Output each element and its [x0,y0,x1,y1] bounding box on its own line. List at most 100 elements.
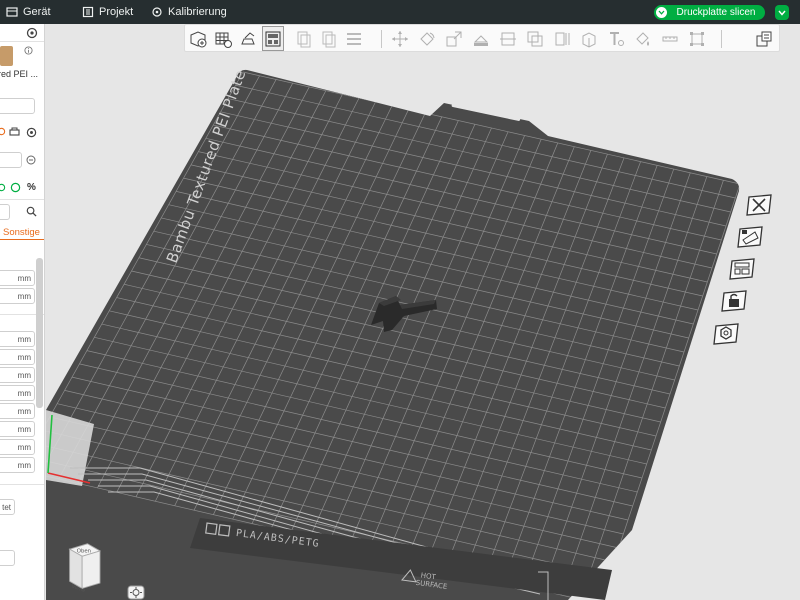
layers-icon [347,32,361,45]
layers-button[interactable] [343,26,365,51]
info-icon[interactable] [24,46,33,55]
left-panel-scrollbar[interactable] [36,258,43,408]
split-objects-button[interactable] [293,26,315,51]
remove-plate-button[interactable] [744,192,774,218]
auto-orient-button[interactable] [237,26,259,51]
field-b-8[interactable]: mm [0,457,35,473]
measure-button[interactable] [659,26,681,51]
split-parts-button[interactable] [318,26,340,51]
partial-field[interactable]: tet [0,499,15,515]
add-plate-button[interactable] [212,26,234,51]
seam-paint-button[interactable] [578,26,600,51]
plate-name-field[interactable] [0,98,35,114]
slice-plate-button[interactable]: Druckplatte slicen [654,5,765,20]
field-b-2[interactable]: mm [0,349,35,365]
cut-icon [500,32,516,45]
field-b-1[interactable]: mm [0,331,35,347]
field-a-1[interactable]: mm [0,270,35,286]
view-cube-top-label: Oben [77,549,91,555]
add-object-button[interactable] [187,26,209,51]
plate-gear-button[interactable] [711,321,741,347]
filament-field[interactable] [0,152,22,168]
remove-icon[interactable] [26,155,36,165]
auto-orient-icon [241,31,255,44]
menu-project-label: Projekt [99,6,134,18]
variable-layer-icon [756,31,772,46]
scale-icon [446,31,462,46]
tab-others[interactable]: Sonstige [3,227,40,238]
lay-on-face-button[interactable] [470,26,492,51]
remove-plate-icon [746,194,772,216]
assembly-icon [690,31,704,46]
field-b-7[interactable]: mm [0,439,35,455]
device-icon [6,7,18,17]
plate-gear-icon [713,323,739,345]
field-a-2[interactable]: mm [0,288,35,304]
top-bar: Gerät Projekt Kalibrierung Druckplatte s… [0,0,800,24]
menu-calibration-label: Kalibrierung [168,6,227,18]
field-b-6[interactable]: mm [0,421,35,437]
toggle-icon[interactable] [0,183,6,192]
assembly-button[interactable] [686,26,708,51]
slice-options-button[interactable] [775,5,789,20]
plate-type-label[interactable]: red PEI ... [0,69,38,79]
lock-plate-button[interactable] [719,288,749,314]
menu-device-label: Gerät [23,6,51,18]
cut-button[interactable] [497,26,519,51]
add-object-icon [190,30,207,47]
plate-type-swatch[interactable] [0,46,13,66]
mesh-boolean-button[interactable] [524,26,546,51]
fit-view-icon[interactable] [127,585,145,600]
color-paint-icon [636,31,649,46]
field-b-4[interactable]: mm [0,385,35,401]
menu-device[interactable]: Gerät [6,0,51,24]
dropdown-field[interactable] [0,550,15,566]
gear-icon[interactable] [26,127,37,138]
plate-settings-icon [729,258,755,280]
text-emboss-button[interactable] [605,26,627,51]
split-objects-icon [297,31,311,47]
search-icon[interactable] [26,206,37,217]
arrange-icon [265,31,281,46]
support-paint-button[interactable] [551,26,573,51]
build-plate[interactable]: PLA/ABS/PETG HOT SURFACE Bambu Textured … [46,24,800,600]
support-paint-icon [555,32,570,45]
project-icon [82,6,94,18]
move-icon [392,30,408,47]
view-cube[interactable]: Oben Vorne [62,542,104,592]
arrange-button[interactable] [262,26,284,51]
lay-on-face-icon [473,34,489,46]
field-b-3[interactable]: mm [0,367,35,383]
arrange-plate-icon [737,226,763,248]
lock-plate-icon [721,290,747,312]
slice-plate-label: Druckplatte slicen [676,7,756,18]
viewport-canvas[interactable]: PLA/ABS/PETG HOT SURFACE Bambu Textured … [46,24,800,600]
add-plate-icon [215,32,232,48]
canvas-toolbar [184,24,780,52]
chevron-down-icon [778,10,786,16]
seam-paint-icon [582,31,596,48]
percent-label[interactable]: % [27,182,36,193]
move-button[interactable] [389,26,411,51]
scale-button[interactable] [443,26,465,51]
measure-icon [662,36,678,41]
split-parts-icon [322,31,336,47]
preset-field[interactable] [0,204,10,220]
printer-icon[interactable] [9,127,20,137]
menu-project[interactable]: Projekt [82,0,133,24]
settings-small-icon[interactable] [0,127,6,136]
field-b-5[interactable]: mm [0,403,35,419]
variable-layer-button[interactable] [753,26,775,51]
compare-icon[interactable] [10,182,21,193]
gear-icon[interactable] [26,27,38,39]
menu-calibration[interactable]: Kalibrierung [151,0,227,24]
plate-settings-button[interactable] [727,256,757,282]
arrange-plate-button[interactable] [735,224,765,250]
rotate-button[interactable] [416,26,438,51]
color-paint-button[interactable] [632,26,654,51]
calibration-icon [152,7,162,17]
chevron-down-icon[interactable] [656,7,667,18]
left-panel: red PEI ... % Sonstige mm mm mm mm mm mm… [0,24,45,600]
rotate-icon [420,31,435,46]
mesh-boolean-icon [527,31,543,46]
